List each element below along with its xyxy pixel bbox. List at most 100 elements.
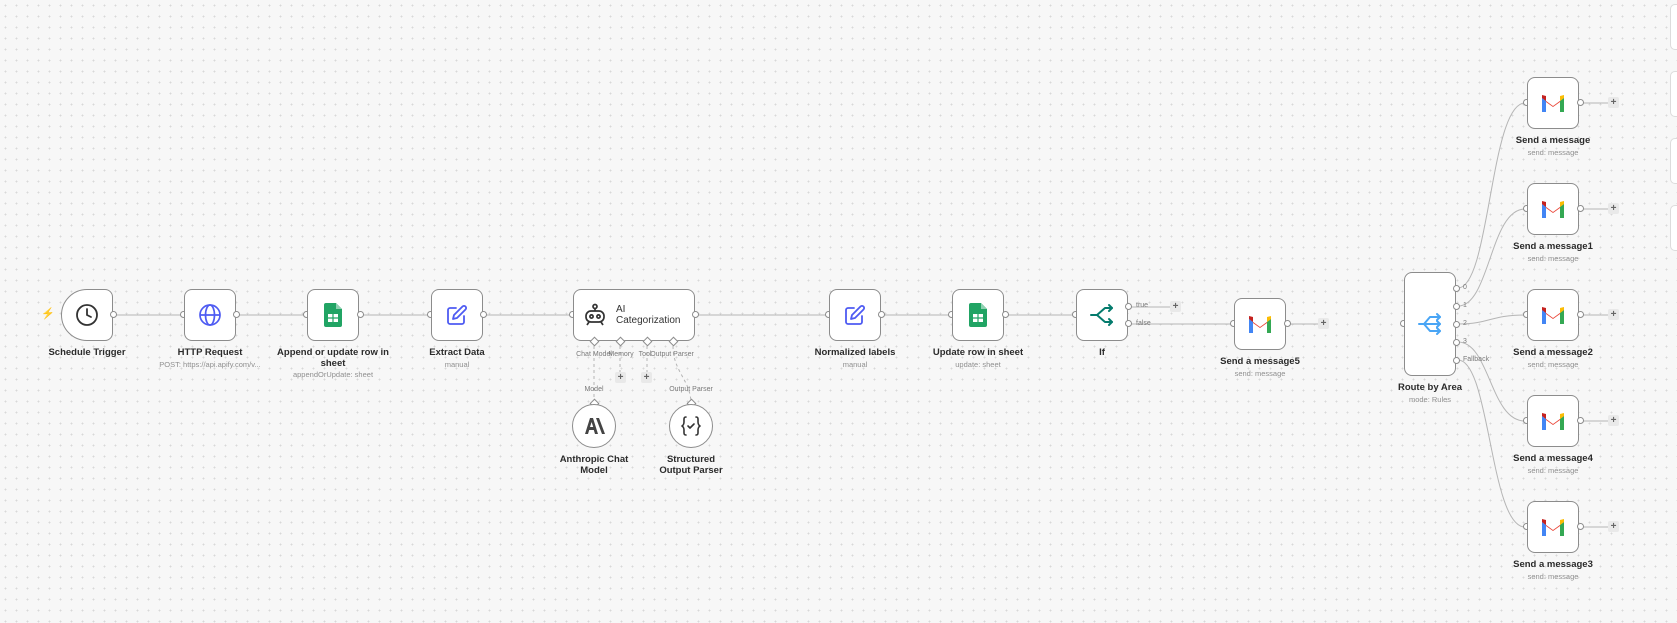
node-schedule-trigger[interactable]: [61, 289, 113, 341]
node-sublabel: POST: https://api.apify.com/v...: [159, 360, 261, 369]
output-port[interactable]: [878, 311, 885, 318]
node-structured-output-parser[interactable]: [669, 404, 713, 448]
node-sublabel: send: message: [1527, 466, 1579, 475]
switch-icon: [1417, 312, 1443, 336]
node-send-message1[interactable]: [1527, 183, 1579, 235]
output-port-false[interactable]: [1125, 320, 1132, 327]
clock-icon: [75, 303, 99, 327]
output-label-3: 3: [1463, 338, 1467, 345]
side-panel-tab[interactable]: [1670, 138, 1677, 184]
node-route-by-area[interactable]: [1404, 272, 1456, 376]
node-anthropic-chat-model[interactable]: [572, 404, 616, 448]
output-label-true: true: [1136, 302, 1149, 309]
braces-icon: [680, 415, 702, 437]
output-port-1[interactable]: [1453, 303, 1460, 310]
output-port-true[interactable]: [1125, 303, 1132, 310]
add-node-button[interactable]: +: [1318, 318, 1329, 329]
connection-label-model: Model: [584, 386, 604, 393]
google-sheets-icon: [324, 303, 342, 327]
output-port[interactable]: [480, 311, 487, 318]
node-label: Anthropic Chat Model: [559, 454, 629, 476]
port-label-memory: Memory: [608, 351, 634, 358]
output-port[interactable]: [1577, 523, 1584, 530]
pencil-edit-icon: [843, 303, 867, 327]
output-port[interactable]: [110, 311, 117, 318]
output-port[interactable]: [357, 311, 364, 318]
node-label: AI Categorization: [616, 304, 681, 326]
node-sublabel: update: sheet: [955, 360, 1001, 369]
output-port[interactable]: [233, 311, 240, 318]
node-if[interactable]: [1076, 289, 1128, 341]
gmail-icon: [1541, 306, 1565, 324]
node-label: Send a message: [1515, 135, 1591, 146]
output-port[interactable]: [1002, 311, 1009, 318]
output-label-fallback: Fallback: [1463, 356, 1490, 363]
output-port-2[interactable]: [1453, 321, 1460, 328]
node-sublabel: appendOrUpdate: sheet: [292, 370, 374, 379]
workflow-canvas[interactable]: ⚡ Schedule Trigger HTTP Request POST: ht…: [0, 0, 1677, 623]
output-port-fallback[interactable]: [1453, 357, 1460, 364]
node-append-or-update-row[interactable]: [307, 289, 359, 341]
node-http-request[interactable]: [184, 289, 236, 341]
node-sublabel: manual: [842, 360, 868, 369]
node-label: Route by Area: [1397, 382, 1463, 393]
node-sublabel: send: message: [1527, 572, 1579, 581]
node-label: Append or update row in sheet: [277, 347, 389, 369]
node-sublabel: send: message: [1234, 369, 1286, 378]
add-node-button[interactable]: +: [1170, 301, 1181, 312]
node-sublabel: send: message: [1527, 254, 1579, 263]
side-panel-tab[interactable]: [1670, 205, 1677, 251]
output-port[interactable]: [1577, 99, 1584, 106]
gmail-icon: [1541, 518, 1565, 536]
node-sublabel: send: message: [1527, 148, 1579, 157]
output-port[interactable]: [1577, 417, 1584, 424]
node-normalized-labels[interactable]: [829, 289, 881, 341]
add-node-button[interactable]: +: [1608, 309, 1619, 320]
add-node-button[interactable]: +: [1608, 415, 1619, 426]
output-port-0[interactable]: [1453, 285, 1460, 292]
output-port[interactable]: [1284, 320, 1291, 327]
anthropic-icon: [583, 418, 605, 434]
add-node-button[interactable]: +: [1608, 203, 1619, 214]
node-label: Send a message5: [1220, 356, 1300, 367]
robot-icon: [582, 303, 608, 327]
output-label-false: false: [1136, 320, 1151, 327]
gmail-icon: [1541, 412, 1565, 430]
add-node-button[interactable]: +: [1608, 521, 1619, 532]
node-label: Send a message2: [1513, 347, 1593, 358]
output-port-3[interactable]: [1453, 339, 1460, 346]
output-port[interactable]: [692, 311, 699, 318]
port-label-output-parser: Output Parser: [650, 351, 694, 358]
port-label-chat-model: Chat Model: [576, 351, 612, 358]
output-port[interactable]: [1577, 311, 1584, 318]
node-label: Send a message1: [1513, 241, 1593, 252]
output-label-0: 0: [1463, 284, 1467, 291]
node-label: Update row in sheet: [932, 347, 1024, 358]
node-sublabel: send: message: [1527, 360, 1579, 369]
add-node-button[interactable]: +: [1608, 97, 1619, 108]
google-sheets-icon: [969, 303, 987, 327]
node-send-message5[interactable]: [1234, 298, 1286, 350]
output-label-2: 2: [1463, 320, 1467, 327]
node-label: HTTP Request: [177, 347, 243, 358]
node-label: If: [1099, 347, 1105, 358]
add-tool-button[interactable]: +: [641, 372, 652, 383]
node-send-message4[interactable]: [1527, 395, 1579, 447]
output-port[interactable]: [1577, 205, 1584, 212]
node-update-row-in-sheet[interactable]: [952, 289, 1004, 341]
add-memory-button[interactable]: +: [615, 372, 626, 383]
side-panel-tab[interactable]: [1670, 4, 1677, 50]
node-send-message2[interactable]: [1527, 289, 1579, 341]
connection-label-output-parser: Output Parser: [669, 386, 713, 393]
node-extract-data[interactable]: [431, 289, 483, 341]
node-send-message[interactable]: [1527, 77, 1579, 129]
gmail-icon: [1248, 315, 1272, 333]
node-ai-categorization[interactable]: AI Categorization: [573, 289, 695, 341]
node-label: Structured Output Parser: [659, 454, 723, 476]
node-send-message3[interactable]: [1527, 501, 1579, 553]
node-label: Schedule Trigger: [48, 347, 126, 358]
output-label-1: 1: [1463, 302, 1467, 309]
globe-icon: [198, 303, 222, 327]
pencil-edit-icon: [445, 303, 469, 327]
side-panel-tab[interactable]: [1670, 71, 1677, 117]
